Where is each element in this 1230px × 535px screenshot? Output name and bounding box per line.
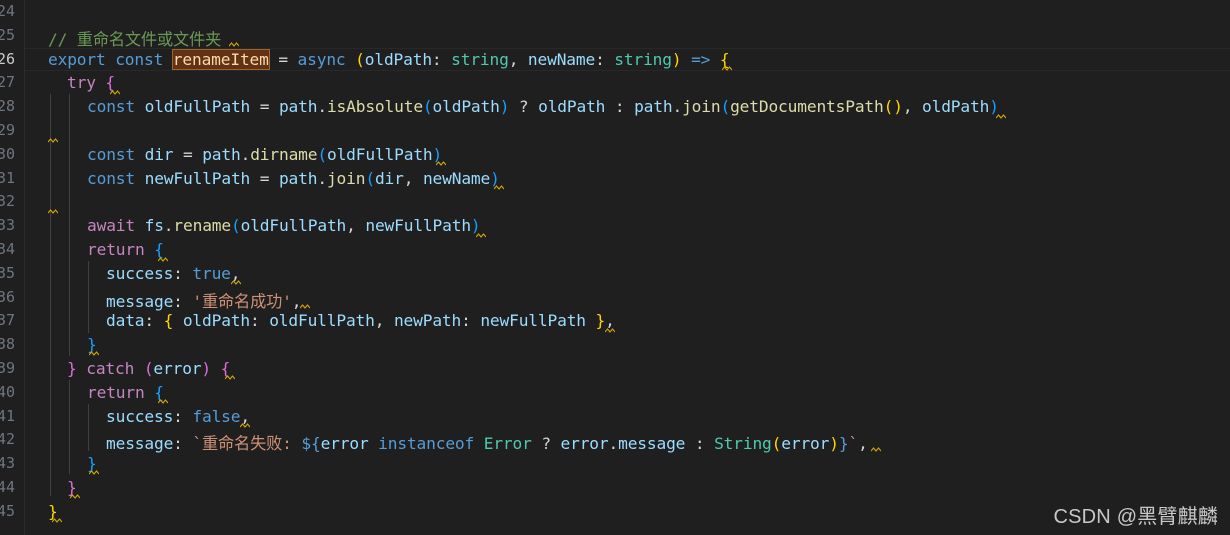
line-number: 41 — [0, 406, 15, 425]
line-number: 27 — [0, 73, 15, 92]
line-number: 43 — [0, 454, 15, 473]
code-text: } catch (error) { — [67, 359, 231, 378]
code-line[interactable]: 27 try { — [0, 71, 1230, 95]
code-text: try { — [67, 73, 116, 93]
line-number: 35 — [0, 263, 15, 282]
line-number: 24 — [0, 2, 15, 20]
line-number: 42 — [0, 430, 15, 449]
code-line[interactable]: 33 await fs.rename(oldFullPath, newFullP… — [0, 214, 1230, 238]
warning-squiggle[interactable] — [158, 399, 168, 404]
line-number: 37 — [0, 311, 15, 330]
code-line[interactable]: 31 const newFullPath = path.join(dir, ne… — [0, 167, 1230, 191]
code-line[interactable]: 34 return { — [0, 238, 1230, 262]
warning-squiggle[interactable] — [240, 423, 250, 428]
warning-squiggle[interactable] — [110, 90, 120, 95]
warning-squiggle[interactable] — [722, 66, 732, 71]
warning-squiggle[interactable] — [89, 470, 99, 475]
code-line[interactable]: 38 } — [0, 333, 1230, 357]
code-editor[interactable]: 24 25 // 重命名文件或文件夹 26 export const renam… — [0, 0, 1230, 535]
warning-squiggle[interactable] — [436, 161, 446, 166]
warning-squiggle[interactable] — [871, 447, 881, 452]
code-line[interactable]: 45 } — [0, 500, 1230, 524]
code-line[interactable]: 35 success: true, — [0, 262, 1230, 286]
code-text: message: `重命名失败: ${error instanceof Erro… — [106, 434, 868, 454]
code-line[interactable]: 40 return { — [0, 381, 1230, 405]
warning-squiggle[interactable] — [476, 233, 486, 238]
line-number: 26 — [0, 49, 15, 68]
code-text: const dir = path.dirname(oldFullPath) — [87, 144, 443, 164]
line-number: 38 — [0, 335, 15, 354]
line-number: 25 — [0, 25, 15, 44]
line-number: 34 — [0, 240, 15, 258]
code-text: return { — [87, 240, 164, 259]
code-line[interactable]: 32 — [0, 190, 1230, 214]
code-text: message: '重命名成功', — [106, 291, 302, 311]
code-line[interactable]: 25 // 重命名文件或文件夹 — [0, 24, 1230, 49]
code-text: await fs.rename(oldFullPath, newFullPath… — [87, 216, 481, 236]
warning-squiggle[interactable] — [70, 494, 80, 499]
warning-squiggle[interactable] — [225, 375, 235, 380]
code-text: data: { oldPath: oldFullPath, newPath: n… — [106, 311, 615, 331]
warning-squiggle[interactable] — [48, 138, 58, 143]
warning-squiggle[interactable] — [52, 518, 62, 523]
code-line[interactable]: 41 success: false, — [0, 405, 1230, 429]
code-line[interactable]: 24 — [0, 0, 1230, 24]
line-number: 31 — [0, 168, 15, 187]
watermark: CSDN @黑臂麒麟 — [1053, 506, 1218, 528]
code-line[interactable]: 44 } — [0, 476, 1230, 500]
code-line-current[interactable]: 26 export const renameItem = async (oldP… — [0, 47, 1230, 72]
line-number: 30 — [0, 144, 15, 163]
code-text: success: false, — [106, 406, 250, 426]
line-number: 45 — [0, 501, 15, 520]
line-number: 29 — [0, 121, 15, 139]
warning-squiggle[interactable] — [158, 257, 168, 262]
line-number: 40 — [0, 382, 15, 401]
line-number: 44 — [0, 478, 15, 496]
warning-squiggle[interactable] — [300, 304, 310, 309]
line-number: 33 — [0, 216, 15, 235]
code-text: const oldFullPath = path.isAbsolute(oldP… — [87, 97, 999, 117]
line-number: 32 — [0, 192, 15, 211]
code-line[interactable]: 37 data: { oldPath: oldFullPath, newPath… — [0, 309, 1230, 333]
symbol-highlight: renameItem — [171, 48, 270, 70]
code-line[interactable]: 39 } catch (error) { — [0, 357, 1230, 381]
warning-squiggle[interactable] — [494, 185, 504, 190]
code-text: export const renameItem = async (oldPath… — [48, 48, 730, 70]
code-text: success: true, — [106, 263, 241, 283]
line-number: 36 — [0, 287, 15, 306]
warning-squiggle[interactable] — [605, 328, 615, 333]
warning-squiggle[interactable] — [89, 351, 99, 356]
code-line[interactable]: 42 message: `重命名失败: ${error instanceof E… — [0, 428, 1230, 454]
code-comment: // 重命名文件或文件夹 — [48, 29, 222, 49]
warning-squiggle[interactable] — [231, 280, 241, 285]
warning-squiggle[interactable] — [996, 114, 1006, 119]
code-line[interactable]: 43 } — [0, 452, 1230, 476]
line-number: 28 — [0, 97, 15, 116]
code-line[interactable]: 30 const dir = path.dirname(oldFullPath) — [0, 143, 1230, 167]
code-text: return { — [87, 382, 164, 402]
code-line[interactable]: 28 const oldFullPath = path.isAbsolute(o… — [0, 95, 1230, 119]
code-line[interactable]: 36 message: '重命名成功', — [0, 286, 1230, 311]
code-line[interactable]: 29 — [0, 119, 1230, 143]
warning-squiggle[interactable] — [229, 42, 239, 47]
warning-squiggle[interactable] — [48, 209, 58, 214]
code-text: const newFullPath = path.join(dir, newNa… — [87, 168, 500, 188]
line-number: 39 — [0, 359, 15, 377]
